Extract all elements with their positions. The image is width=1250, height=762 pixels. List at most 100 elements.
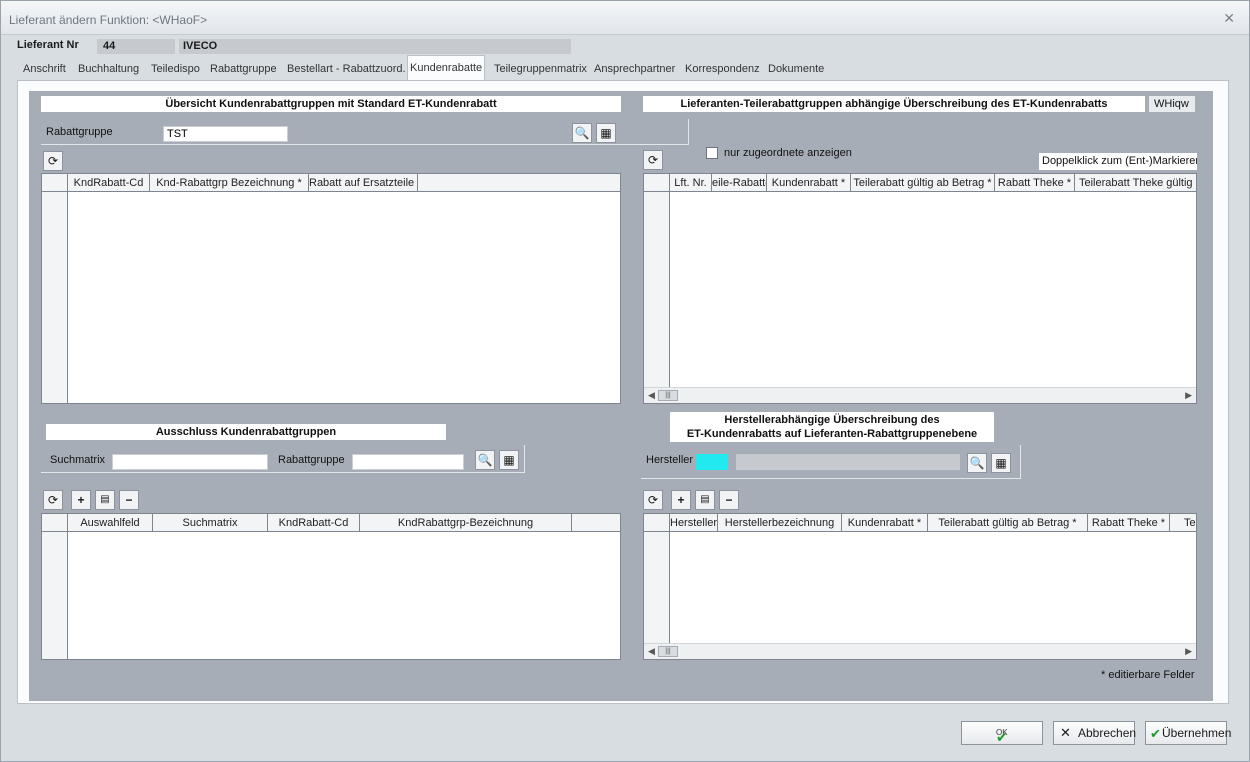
- horizontal-scrollbar[interactable]: ◀ ||| ▶: [644, 643, 1196, 659]
- col-kndrabatt-cd[interactable]: KndRabatt-Cd: [68, 174, 150, 192]
- hersteller-label: Hersteller: [646, 454, 694, 466]
- add-icon[interactable]: +: [671, 490, 691, 510]
- apply-label: Übernehmen: [1162, 726, 1232, 740]
- tab-ansprechpartner[interactable]: Ansprechpartner: [592, 57, 677, 81]
- scroll-thumb[interactable]: |||: [658, 646, 678, 657]
- col-rabatt-theke[interactable]: Rabatt Theke *: [1088, 514, 1170, 532]
- col-teilerabatt-ab-betrag[interactable]: Teilerabatt gültig ab Betrag *: [928, 514, 1088, 532]
- grid-header: KndRabatt-Cd Knd-Rabattgrp Bezeichnung *…: [42, 174, 620, 192]
- teilerabatt-grid[interactable]: Lft. Nr. eile-Rabattg Kundenrabatt * Tei…: [643, 173, 1197, 404]
- col-suchmatrix[interactable]: Suchmatrix: [153, 514, 268, 532]
- hersteller-name-field: [736, 454, 960, 470]
- checkbox-label: nur zugeordnete anzeigen: [724, 147, 852, 159]
- rabattgruppe-label: Rabattgruppe: [46, 126, 113, 138]
- col-rabatt-ersatzteile[interactable]: Rabatt auf Ersatzteile *: [309, 174, 418, 192]
- right-bottom-title: Herstellerabhängige Überschreibung des E…: [670, 412, 994, 442]
- row-header-column: [644, 514, 670, 659]
- supplier-number: 44: [103, 40, 116, 52]
- refresh-icon[interactable]: ⟳: [43, 151, 63, 171]
- kundenrabatt-grid[interactable]: KndRabatt-Cd Knd-Rabattgrp Bezeichnung *…: [41, 173, 621, 404]
- tab-dokumente[interactable]: Dokumente: [766, 57, 826, 81]
- col-teile-rabattgruppe[interactable]: eile-Rabattg: [712, 174, 767, 192]
- scroll-right-icon[interactable]: ▶: [1185, 646, 1192, 657]
- supplier-name-field: IVECO: [179, 39, 571, 54]
- search-icon[interactable]: 🔍: [475, 450, 495, 470]
- search-icon[interactable]: 🔍: [572, 123, 592, 143]
- tab-rabattgruppe[interactable]: Rabattgruppe: [208, 57, 279, 81]
- refresh-icon[interactable]: ⟳: [643, 150, 663, 170]
- col-kndrabatt-cd[interactable]: KndRabatt-Cd: [268, 514, 360, 532]
- tab-teilegruppenmatrix[interactable]: Teilegruppenmatrix: [492, 57, 589, 81]
- scroll-left-icon[interactable]: ◀: [648, 390, 655, 401]
- apply-button[interactable]: ✔ Übernehmen: [1145, 721, 1231, 745]
- supplier-number-field: 44: [97, 39, 175, 54]
- add-icon[interactable]: +: [71, 490, 91, 510]
- doubleclick-hint: Doppelklick zum (Ent-)Markieren: [1039, 153, 1197, 170]
- grid-header: Hersteller Herstellerbezeichnung Kundenr…: [644, 514, 1196, 532]
- row-header-column: [42, 174, 68, 403]
- ok-button[interactable]: OK ✔: [961, 721, 1043, 745]
- tab-teiledispo[interactable]: Teiledispo: [149, 57, 202, 81]
- col-rabatt-theke[interactable]: Rabatt Theke *: [995, 174, 1075, 192]
- footnote: * editierbare Felder: [1101, 669, 1195, 681]
- tab-bestellart-rabattzuord[interactable]: Bestellart - Rabattzuord.: [285, 57, 408, 81]
- col-lft-nr[interactable]: Lft. Nr.: [670, 174, 712, 192]
- horizontal-scrollbar[interactable]: ◀ ||| ▶: [644, 387, 1196, 403]
- scroll-right-icon[interactable]: ▶: [1185, 390, 1192, 401]
- grid-header: Lft. Nr. eile-Rabattg Kundenrabatt * Tei…: [644, 174, 1196, 192]
- col-kundenrabatt[interactable]: Kundenrabatt *: [767, 174, 851, 192]
- search-icon[interactable]: 🔍: [967, 453, 987, 473]
- window-title: Lieferant ändern Funktion: <WHaoF>: [9, 13, 208, 27]
- rabattgruppe-input[interactable]: [352, 454, 464, 470]
- clear-filter-icon[interactable]: ▦: [499, 450, 519, 470]
- scroll-left-icon[interactable]: ◀: [648, 646, 655, 657]
- col-herstellerbezeichnung[interactable]: Herstellerbezeichnung: [718, 514, 842, 532]
- cancel-label: Abbrechen: [1078, 726, 1137, 740]
- col-knd-rabattgrp-bezeichnung[interactable]: Knd-Rabattgrp Bezeichnung *: [150, 174, 309, 192]
- tab-kundenrabatte[interactable]: Kundenrabatte: [407, 55, 486, 81]
- col-teilerabatt-ab-betrag[interactable]: Teilerabatt gültig ab Betrag *: [851, 174, 995, 192]
- rabattgruppe-input[interactable]: [163, 126, 288, 142]
- rabattgruppe-label: Rabattgruppe: [278, 454, 345, 466]
- title-bar: Lieferant ändern Funktion: <WHaoF> ✕: [1, 1, 1249, 35]
- content-area: Übersicht Kundenrabattgruppen mit Standa…: [29, 91, 1213, 701]
- refresh-icon[interactable]: ⟳: [43, 490, 63, 510]
- row-header-column: [644, 174, 670, 403]
- right-top-tag: WHiqw: [1149, 96, 1195, 112]
- clear-filter-icon[interactable]: ▦: [596, 123, 616, 143]
- col-hersteller[interactable]: Hersteller: [670, 514, 718, 532]
- multi-select-icon[interactable]: ▤: [95, 490, 115, 510]
- refresh-icon[interactable]: ⟳: [643, 490, 663, 510]
- remove-icon[interactable]: −: [119, 490, 139, 510]
- col-kndrabattgrp-bezeichnung[interactable]: KndRabattgrp-Bezeichnung: [360, 514, 572, 532]
- checkbox-nur-zugeordnete[interactable]: [706, 147, 718, 159]
- supplier-label: Lieferant Nr: [17, 39, 79, 51]
- col-teilerabatt-theke[interactable]: Te: [1170, 514, 1196, 532]
- multi-select-icon[interactable]: ▤: [695, 490, 715, 510]
- scroll-thumb[interactable]: |||: [658, 390, 678, 401]
- window: Lieferant ändern Funktion: <WHaoF> ✕ Lie…: [0, 0, 1250, 762]
- ausschluss-grid[interactable]: Auswahlfeld Suchmatrix KndRabatt-Cd KndR…: [41, 513, 621, 660]
- left-bottom-title: Ausschluss Kundenrabattgruppen: [46, 424, 446, 440]
- checkmark-icon: ✔: [1150, 726, 1161, 741]
- cancel-icon: ✕: [1060, 725, 1071, 740]
- remove-icon[interactable]: −: [719, 490, 739, 510]
- clear-filter-icon[interactable]: ▦: [991, 453, 1011, 473]
- checkmark-icon: ✔: [996, 729, 1008, 745]
- hersteller-code-input[interactable]: [696, 454, 728, 470]
- tab-anschrift[interactable]: Anschrift: [21, 57, 68, 81]
- tab-buchhaltung[interactable]: Buchhaltung: [76, 57, 141, 81]
- col-auswahlfeld[interactable]: Auswahlfeld: [68, 514, 153, 532]
- col-teilerabatt-theke[interactable]: Teilerabatt Theke gültig a: [1075, 174, 1196, 192]
- col-kundenrabatt[interactable]: Kundenrabatt *: [842, 514, 928, 532]
- close-icon[interactable]: ✕: [1223, 10, 1235, 27]
- row-header-column: [42, 514, 68, 659]
- suchmatrix-input[interactable]: [112, 454, 268, 470]
- suchmatrix-label: Suchmatrix: [50, 454, 106, 466]
- right-top-title: Lieferanten-Teilerabattgruppen abhängige…: [643, 96, 1145, 112]
- grid-header: Auswahlfeld Suchmatrix KndRabatt-Cd KndR…: [42, 514, 620, 532]
- tab-korrespondenz[interactable]: Korrespondenz: [683, 57, 762, 81]
- hersteller-grid[interactable]: Hersteller Herstellerbezeichnung Kundenr…: [643, 513, 1197, 660]
- left-top-title: Übersicht Kundenrabattgruppen mit Standa…: [41, 96, 621, 112]
- cancel-button[interactable]: ✕ Abbrechen: [1053, 721, 1137, 745]
